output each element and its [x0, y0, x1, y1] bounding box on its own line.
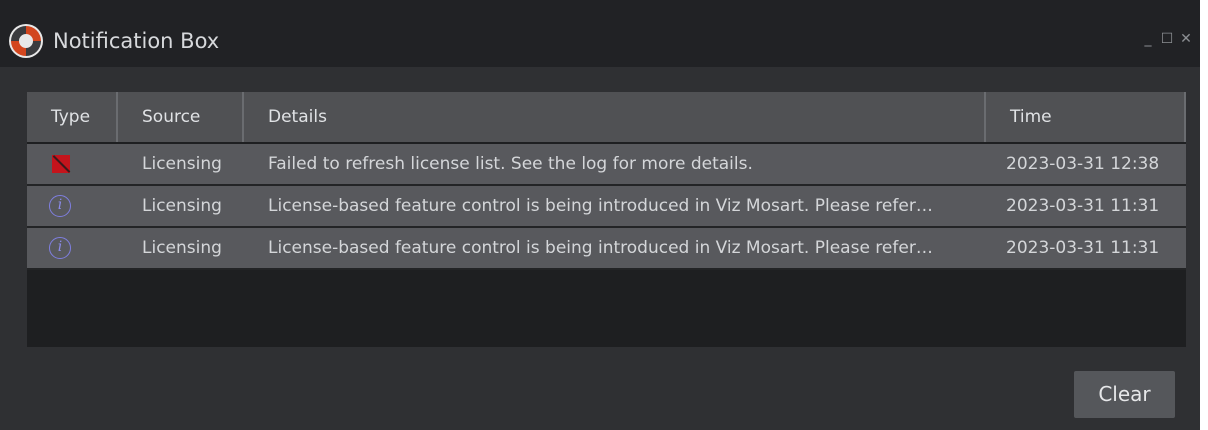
maximize-icon[interactable]: ☐	[1159, 30, 1175, 48]
close-icon[interactable]: ✕	[1178, 30, 1194, 48]
column-header-source[interactable]: Source	[116, 92, 242, 142]
notification-table: Type Source Details Time Licensing Faile…	[27, 92, 1186, 347]
window-title: Notification Box	[53, 29, 220, 53]
details-cell: License-based feature control is being i…	[268, 238, 933, 258]
table-header: Type Source Details Time	[27, 92, 1186, 142]
source-cell: Licensing	[142, 154, 222, 174]
column-header-time[interactable]: Time	[984, 92, 1184, 142]
error-icon	[52, 155, 70, 173]
time-cell: 2023-03-31 11:31	[1006, 238, 1160, 258]
details-cell: Failed to refresh license list. See the …	[268, 154, 753, 174]
column-header-details[interactable]: Details	[242, 92, 984, 142]
title-bar[interactable]: Notification Box _ ☐ ✕	[0, 0, 1200, 67]
source-cell: Licensing	[142, 196, 222, 216]
window-controls: _ ☐ ✕	[1140, 30, 1194, 48]
notification-window: Notification Box _ ☐ ✕ Type Source Detai…	[0, 0, 1200, 430]
info-icon: i	[49, 237, 71, 259]
column-header-type[interactable]: Type	[27, 92, 116, 142]
details-cell: License-based feature control is being i…	[268, 196, 933, 216]
table-row[interactable]: Licensing Failed to refresh license list…	[27, 144, 1186, 186]
clear-button[interactable]: Clear	[1074, 371, 1175, 418]
minimize-icon[interactable]: _	[1140, 30, 1156, 48]
type-cell	[27, 144, 116, 184]
type-cell: i	[27, 228, 116, 268]
source-cell: Licensing	[142, 238, 222, 258]
info-icon: i	[49, 195, 71, 217]
table-row[interactable]: i Licensing License-based feature contro…	[27, 228, 1186, 270]
type-cell: i	[27, 186, 116, 226]
table-row[interactable]: i Licensing License-based feature contro…	[27, 186, 1186, 228]
app-logo-icon	[9, 24, 43, 58]
time-cell: 2023-03-31 11:31	[1006, 196, 1160, 216]
time-cell: 2023-03-31 12:38	[1006, 154, 1160, 174]
